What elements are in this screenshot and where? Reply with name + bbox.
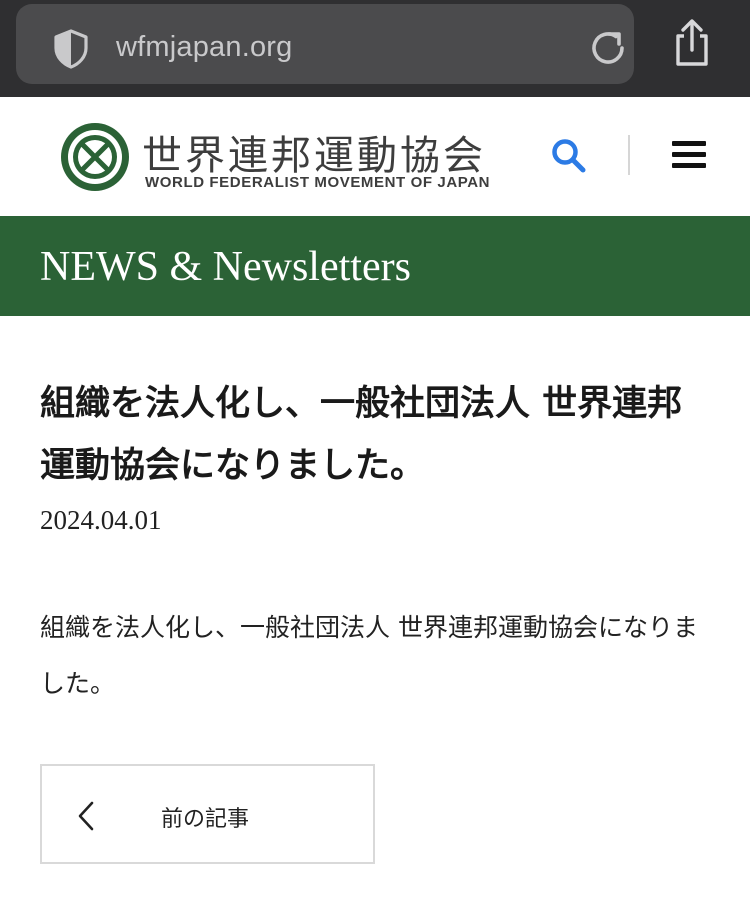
shield-icon[interactable] [50, 28, 92, 70]
article-title: 組織を法人化し、一般社団法人 世界連邦運動協会になりました。 [40, 384, 683, 486]
hamburger-menu-icon[interactable] [672, 139, 708, 171]
header-divider [628, 135, 630, 175]
logo-emblem-icon[interactable] [59, 121, 131, 193]
address-bar[interactable]: wfmjapan.org [16, 4, 634, 84]
article-body: 組織を法人化し、一般社団法人 世界連邦運動協会になりました。 [40, 613, 698, 698]
article-date: 2024.04.01 [40, 505, 162, 535]
reload-icon[interactable] [586, 26, 630, 70]
chevron-left-icon [78, 801, 94, 831]
section-banner: NEWS & Newsletters [0, 216, 750, 316]
url-text[interactable]: wfmjapan.org [116, 31, 293, 64]
site-logo-english[interactable]: WORLD FEDERALIST MOVEMENT OF JAPAN [145, 174, 490, 191]
previous-article-button[interactable]: 前の記事 [40, 764, 375, 864]
site-header: 世界連邦運動協会 WORLD FEDERALIST MOVEMENT OF JA… [0, 97, 750, 216]
share-icon[interactable] [670, 18, 714, 68]
browser-toolbar: wfmjapan.org [0, 0, 750, 97]
site-logo-japanese[interactable]: 世界連邦運動協会 [142, 123, 486, 181]
search-icon[interactable] [550, 137, 588, 175]
section-title: NEWS & Newsletters [40, 244, 411, 290]
previous-article-label: 前の記事 [161, 807, 250, 832]
